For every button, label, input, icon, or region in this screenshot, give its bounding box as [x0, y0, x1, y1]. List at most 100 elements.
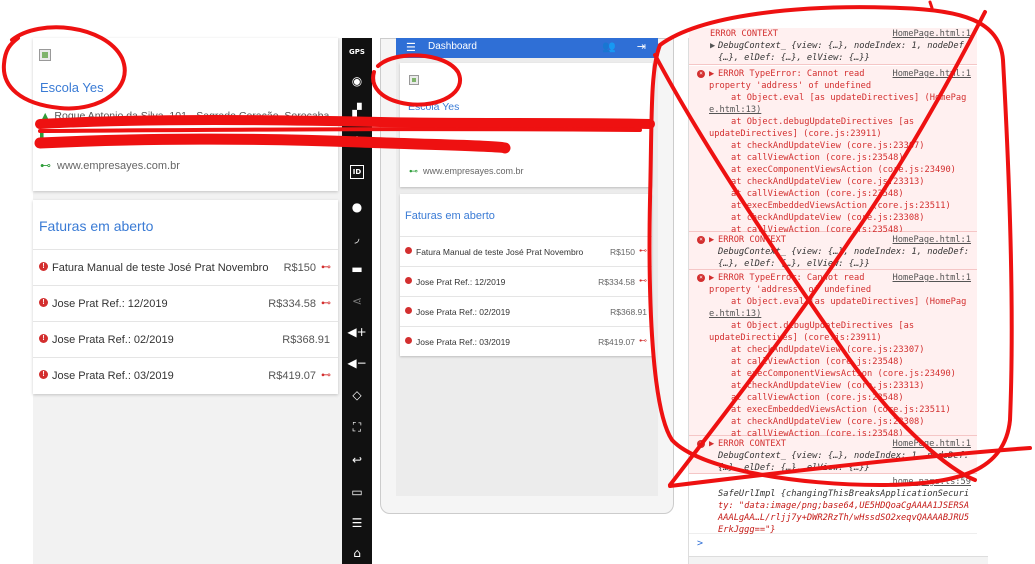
volume-up-icon[interactable]: ◀+	[347, 322, 367, 342]
error-icon: ×	[697, 70, 705, 78]
console-context[interactable]: DebugContext_ {view: {…}, nodeIndex: 1, …	[718, 40, 969, 52]
invoice-row[interactable]: ! Jose Prata Ref.: 03/2019 R$419.07 ⊷	[33, 357, 338, 393]
console-source-link[interactable]: HomePage.html:1	[893, 68, 971, 80]
error-icon: ×	[697, 440, 705, 448]
people-icon[interactable]: 👥	[602, 40, 616, 53]
expand-arrow-icon[interactable]: ▶	[709, 234, 714, 246]
stack-frame[interactable]: at callViewAction (core.js:23548)	[731, 392, 904, 404]
id-button[interactable]: ID	[350, 165, 364, 179]
console-drawer-tabs[interactable]	[689, 556, 989, 564]
alert-icon: !	[39, 334, 48, 343]
stack-frame[interactable]: at execComponentViewsAction (core.js:234…	[731, 164, 956, 176]
invoice-description: Jose Prata Ref.: 03/2019	[52, 370, 174, 382]
stack-frame[interactable]: at execEmbeddedViewsAction (core.js:2351…	[731, 200, 951, 212]
expand-arrow-icon[interactable]: ▶	[709, 438, 714, 450]
stack-frame[interactable]: at Object.eval [as updateDirectives] (Ho…	[731, 92, 966, 104]
menu-icon[interactable]: ☰	[347, 513, 367, 533]
message-icon[interactable]: ▬	[347, 259, 367, 279]
expand-arrow-icon[interactable]: ▶	[710, 40, 715, 52]
expand-arrow-icon[interactable]: ▶	[709, 272, 714, 284]
console-message: ERROR CONTEXT	[718, 235, 786, 245]
invoice-description: Jose Prat Ref.: 12/2019	[52, 298, 168, 310]
move-icon[interactable]: ✥	[347, 131, 367, 151]
stack-frame[interactable]: at checkAndUpdateView (core.js:23307)	[731, 140, 925, 152]
link-icon[interactable]: ⊷	[639, 336, 647, 345]
stack-frame[interactable]: e.html:13)	[709, 308, 761, 320]
address-text: Roque Antonio da Silva, 101 - Sagrado Co…	[54, 110, 330, 122]
stack-frame[interactable]: at execEmbeddedViewsAction (core.js:2351…	[731, 404, 951, 416]
invoice-row[interactable]: Jose Prata Ref.: 02/2019 R$368.91	[400, 296, 652, 326]
invoice-description: Jose Prata Ref.: 02/2019	[52, 334, 174, 346]
console-source-link[interactable]: HomePage.html:1	[893, 272, 971, 284]
invoice-row[interactable]: ! Jose Prata Ref.: 02/2019 R$368.91	[33, 321, 338, 357]
link-icon[interactable]: ⊷	[321, 298, 331, 309]
console-log-text: AAALgAA…L/rljj7y+DWR2RzTh/wHssdSO2xeqvQA…	[718, 513, 970, 523]
console-message: property 'address' of undefined	[709, 285, 872, 295]
emulator-toolbar: GPS ◉ ▞ ✥ ID ● ◞ ▬ ⋖ ◀+ ◀− ◇ ⛶ ↩ ▭ ☰ ⌂	[342, 38, 372, 564]
console-source-link[interactable]: HomePage.html:1	[893, 234, 971, 246]
invoice-row[interactable]: Jose Prat Ref.: 12/2019 R$334.58 ⊷	[400, 266, 652, 296]
link-icon[interactable]: ⊷	[321, 370, 331, 381]
link-icon[interactable]: ⊷	[639, 276, 647, 285]
record-icon[interactable]: ●	[347, 197, 367, 217]
alert-icon	[405, 337, 412, 344]
stack-frame[interactable]: e.html:13)	[709, 104, 761, 116]
webcam-icon[interactable]: ◉	[347, 71, 367, 91]
expand-arrow-icon[interactable]: ▶	[709, 68, 714, 80]
hamburger-menu-icon[interactable]: ☰	[406, 41, 416, 54]
clapperboard-icon[interactable]: ▞	[347, 100, 367, 120]
alert-icon	[405, 277, 412, 284]
stack-frame[interactable]: at execComponentViewsAction (core.js:234…	[731, 368, 956, 380]
website-text[interactable]: www.empresayes.com.br	[57, 160, 180, 172]
console-context[interactable]: DebugContext_ {view: {…}, nodeIndex: 1, …	[718, 450, 969, 462]
gps-button[interactable]: GPS	[347, 42, 367, 62]
stack-frame[interactable]: at checkAndUpdateView (core.js:23313)	[731, 176, 925, 188]
console-context: {…}, elDef: {…}, elView: {…}}	[718, 463, 870, 473]
company-name: Escola Yes	[408, 101, 460, 113]
invoice-row[interactable]: Fatura Manual de teste José Prat Novembr…	[400, 236, 652, 266]
invoice-row[interactable]: ! Jose Prat Ref.: 12/2019 R$334.58 ⊷	[33, 285, 338, 321]
stack-frame[interactable]: updateDirectives] (core.js:23911)	[709, 332, 882, 344]
website-text[interactable]: www.empresayes.com.br	[423, 166, 524, 176]
scale-icon[interactable]: ⛶	[347, 417, 367, 437]
link-icon[interactable]: ⊷	[321, 262, 331, 273]
volume-down-icon[interactable]: ◀−	[347, 353, 367, 373]
website-row[interactable]: ⊷ www.empresayes.com.br	[40, 159, 180, 172]
stack-frame[interactable]: at Object.eval [as updateDirectives] (Ho…	[731, 296, 966, 308]
home-icon[interactable]: ⌂	[347, 543, 367, 563]
stack-frame[interactable]: at Object.debugUpdateDirectives [as	[731, 320, 914, 332]
invoice-row[interactable]: Jose Prata Ref.: 03/2019 R$419.07 ⊷	[400, 326, 652, 356]
logout-icon[interactable]: ⇥	[637, 40, 646, 53]
console-error-entry: × ▶ ERROR CONTEXT HomePage.html:1 DebugCont…	[689, 436, 977, 474]
console-source-link[interactable]: HomePage.html:1	[893, 438, 971, 450]
console-message: ERROR CONTEXT	[718, 439, 786, 449]
stack-frame[interactable]: updateDirectives] (core.js:23911)	[709, 128, 882, 140]
phone-row: ▌	[40, 133, 47, 144]
console-prompt[interactable]: >	[697, 538, 703, 549]
share-icon[interactable]: ⋖	[347, 291, 367, 311]
invoices-title: Faturas em aberto	[405, 210, 495, 222]
website-row[interactable]: ⊷ www.empresayes.com.br	[409, 166, 524, 177]
back-icon[interactable]: ↩	[347, 450, 367, 470]
stack-frame[interactable]: at callViewAction (core.js:23548)	[731, 152, 904, 164]
recent-apps-icon[interactable]: ▭	[347, 482, 367, 502]
console-source-link[interactable]: HomePage.html:1	[893, 28, 971, 40]
stack-frame[interactable]: at checkAndUpdateView (core.js:23307)	[731, 344, 925, 356]
console-context[interactable]: DebugContext_ {view: {…}, nodeIndex: 1, …	[718, 246, 969, 258]
invoices-card: Faturas em aberto Fatura Manual de teste…	[400, 194, 652, 356]
stack-frame[interactable]: at checkAndUpdateView (core.js:23313)	[731, 380, 925, 392]
stack-frame[interactable]: at checkAndUpdateView (core.js:23308)	[731, 416, 925, 428]
stack-frame[interactable]: at checkAndUpdateView (core.js:23308)	[731, 212, 925, 224]
invoice-row[interactable]: ! Fatura Manual de teste José Prat Novem…	[33, 249, 338, 285]
link-icon: ⊷	[409, 166, 418, 176]
rotate-icon[interactable]: ◇	[347, 385, 367, 405]
stack-frame[interactable]: at Object.debugUpdateDirectives [as	[731, 116, 914, 128]
console-log-text[interactable]: SafeUrlImpl {changingThisBreaksApplicati…	[718, 488, 969, 500]
console-source-link[interactable]: home.page.ts:59	[893, 476, 971, 488]
rss-icon[interactable]: ◞	[347, 228, 367, 248]
alert-icon: !	[39, 298, 48, 307]
stack-frame[interactable]: at callViewAction (core.js:23548)	[731, 356, 904, 368]
company-name: Escola Yes	[40, 80, 104, 95]
link-icon[interactable]: ⊷	[639, 246, 647, 255]
stack-frame[interactable]: at callViewAction (core.js:23548)	[731, 188, 904, 200]
